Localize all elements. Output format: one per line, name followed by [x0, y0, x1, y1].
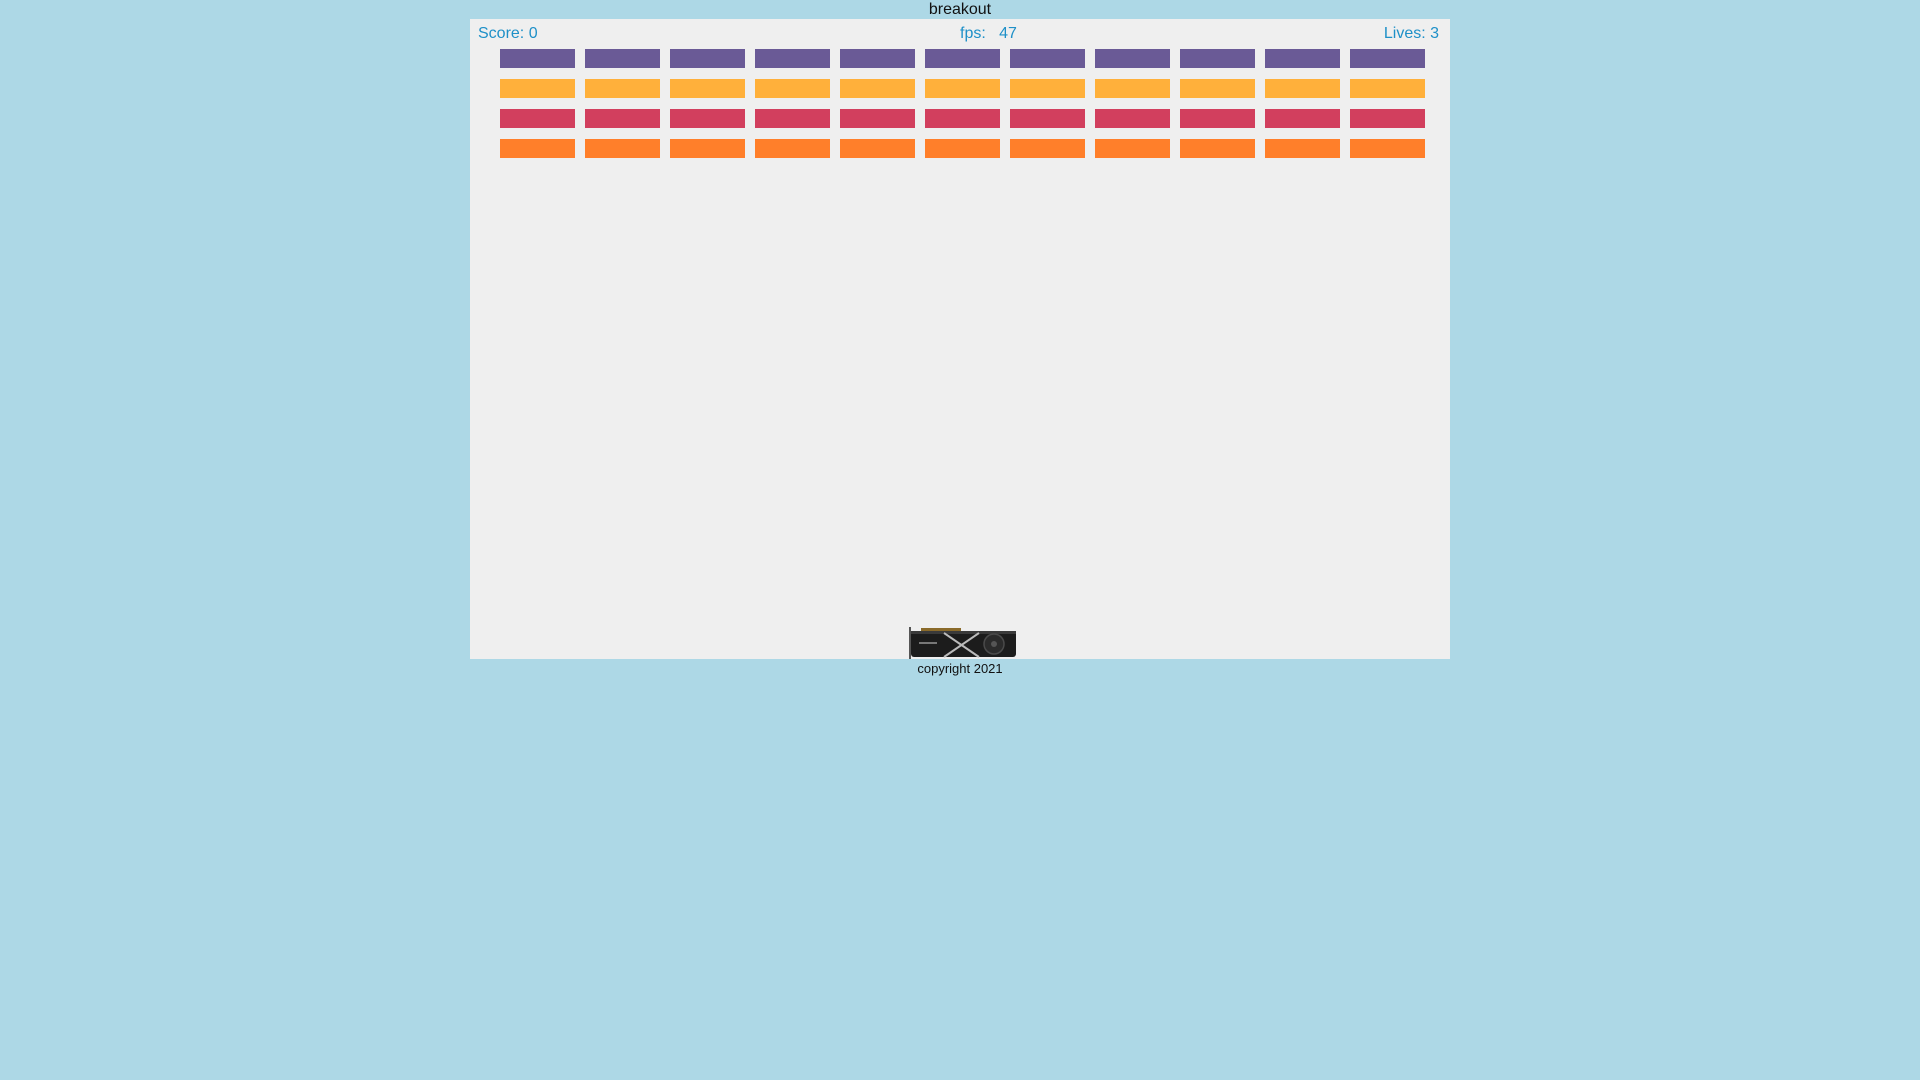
brick: [670, 109, 745, 128]
score-display: Score: 0: [478, 25, 538, 42]
brick: [670, 139, 745, 158]
brick: [1265, 79, 1340, 98]
brick: [670, 79, 745, 98]
brick: [840, 49, 915, 68]
brick: [500, 109, 575, 128]
brick: [1180, 109, 1255, 128]
brick: [1180, 139, 1255, 158]
lives-display: Lives: 3: [1383, 25, 1439, 42]
brick: [755, 139, 830, 158]
fps-display: fps: 47: [960, 25, 1017, 42]
brick: [925, 139, 1000, 158]
brick: [755, 109, 830, 128]
brick: [755, 49, 830, 68]
brick: [1095, 139, 1170, 158]
paddle[interactable]: [909, 627, 1017, 659]
brick: [1350, 109, 1425, 128]
brick: [1010, 139, 1085, 158]
brick: [925, 49, 1000, 68]
brick: [1010, 49, 1085, 68]
brick: [585, 49, 660, 68]
brick: [925, 79, 1000, 98]
graphics-card-icon: [909, 627, 1016, 659]
brick: [1010, 79, 1085, 98]
brick: [1350, 79, 1425, 98]
brick: [585, 109, 660, 128]
brick: [1095, 109, 1170, 128]
brick: [500, 79, 575, 98]
brick: [1265, 109, 1340, 128]
brick: [500, 139, 575, 158]
brick: [1180, 79, 1255, 98]
brick: [1350, 139, 1425, 158]
brick: [670, 49, 745, 68]
game-canvas[interactable]: Score: 0 fps: 47 Lives: 3: [470, 19, 1450, 659]
brick: [1095, 79, 1170, 98]
brick: [585, 139, 660, 158]
brick: [840, 79, 915, 98]
brick: [1350, 49, 1425, 68]
brick: [1095, 49, 1170, 68]
copyright-text: copyright 2021: [917, 661, 1003, 676]
brick: [925, 109, 1000, 128]
brick: [1010, 109, 1085, 128]
page-title: breakout: [928, 1, 992, 18]
brick: [585, 79, 660, 98]
brick: [1265, 139, 1340, 158]
brick: [755, 79, 830, 98]
brick: [1265, 49, 1340, 68]
brick: [840, 109, 915, 128]
brick: [840, 139, 915, 158]
brick: [500, 49, 575, 68]
brick: [1180, 49, 1255, 68]
